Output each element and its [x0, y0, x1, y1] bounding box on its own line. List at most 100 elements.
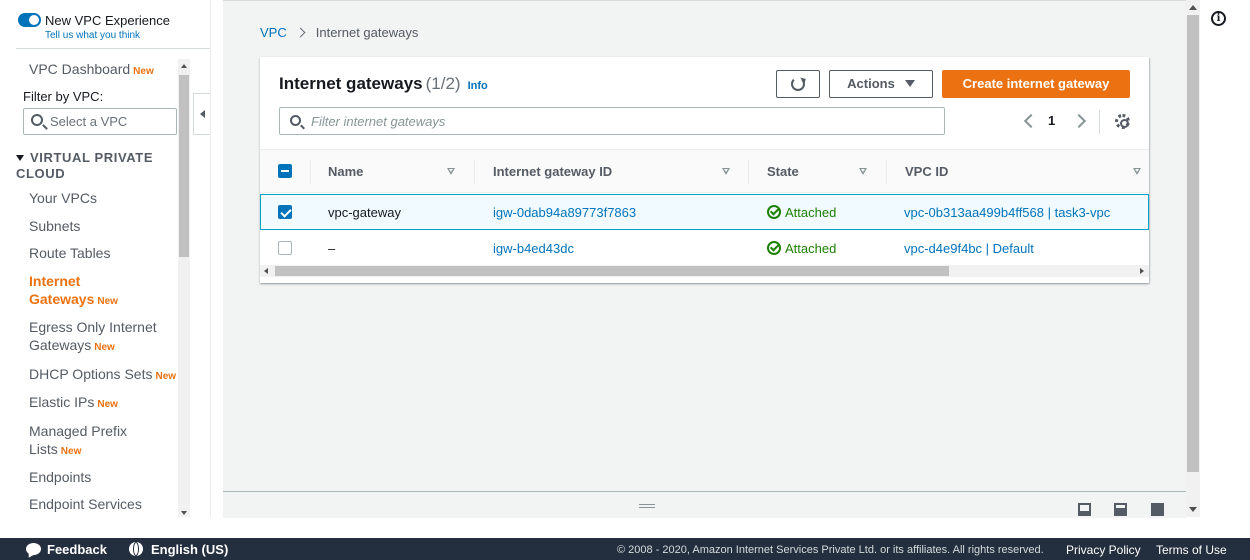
column-header-internet-gateway-id[interactable]: Internet gateway ID — [493, 164, 612, 179]
internet-gateways-panel: Internet gateways (1/2) Info Actions Creat… — [260, 57, 1149, 283]
sort-icon[interactable] — [447, 168, 455, 175]
sidebar-item-vpc-dashboard[interactable]: VPC Dashboard New — [29, 60, 154, 81]
create-internet-gateway-button[interactable]: Create internet gateway — [942, 70, 1130, 98]
check-circle-icon — [767, 241, 781, 255]
scroll-thumb[interactable] — [275, 266, 949, 276]
new-badge: New — [155, 371, 177, 382]
scroll-left-arrow-icon[interactable] — [264, 268, 268, 274]
split-panel-bar[interactable] — [223, 491, 1186, 518]
feedback-link[interactable]: Tell us what you think — [45, 30, 140, 41]
collapse-sidebar-button[interactable] — [193, 93, 210, 135]
sidebar-item-managed-prefix-lists[interactable]: Managed Prefix Lists New — [29, 422, 139, 461]
scroll-up-arrow-icon[interactable] — [1189, 5, 1197, 10]
sort-icon[interactable] — [1133, 168, 1141, 175]
select-vpc-dropdown[interactable]: Select a VPC — [23, 108, 177, 135]
page-number[interactable]: 1 — [1048, 113, 1055, 128]
panel-layout-large-icon[interactable] — [1151, 503, 1164, 516]
column-header-state[interactable]: State — [767, 164, 799, 179]
sidebar-item-label: Your VPCs — [29, 190, 97, 206]
panel-layout-small-icon[interactable] — [1078, 503, 1091, 516]
sidebar-item-dhcp-options-sets[interactable]: DHCP Options Sets New — [29, 365, 179, 386]
sidebar-item-label: VPC Dashboard — [29, 61, 131, 77]
scroll-thumb[interactable] — [179, 75, 189, 257]
language-label: English (US) — [151, 542, 229, 557]
row-checkbox[interactable] — [278, 205, 292, 219]
filter-placeholder: Filter internet gateways — [311, 114, 446, 129]
sidebar-item-endpoints[interactable]: Endpoints — [29, 468, 91, 486]
copyright-text: © 2008 - 2020, Amazon Internet Services … — [617, 544, 1044, 556]
speech-bubble-icon — [26, 543, 41, 555]
column-divider — [310, 160, 311, 184]
scroll-down-arrow-icon[interactable] — [1189, 507, 1197, 512]
table-horizontal-scrollbar[interactable] — [260, 265, 1149, 277]
info-panel-icon[interactable]: i — [1211, 11, 1226, 26]
gateway-id-link[interactable]: igw-b4ed43dc — [493, 241, 574, 256]
resize-grip-icon[interactable] — [639, 504, 655, 508]
sidebar-item-endpoint-services[interactable]: Endpoint Services — [29, 495, 142, 513]
selection-count: (1/2) — [425, 74, 461, 93]
sidebar-item-label: Endpoint Services — [29, 496, 142, 512]
new-experience-toggle[interactable] — [18, 13, 41, 28]
new-experience-label: New VPC Experience — [45, 12, 170, 28]
panel-title-text: Internet gateways — [279, 74, 423, 93]
filter-input[interactable]: Filter internet gateways — [279, 107, 945, 135]
scroll-up-arrow-icon[interactable] — [181, 64, 187, 68]
sidebar-item-label: Subnets — [29, 218, 81, 234]
vpc-id-link[interactable]: vpc-0b313aa499b4ff568 | task3-vpc — [904, 205, 1110, 220]
sidebar-item-subnets[interactable]: Subnets — [29, 217, 80, 235]
gateway-id-link[interactable]: igw-0dab94a89773f7863 — [493, 205, 636, 220]
select-all-checkbox[interactable] — [278, 164, 292, 178]
new-badge: New — [60, 446, 82, 457]
sort-icon[interactable] — [859, 168, 867, 175]
breadcrumb: VPC Internet gateways — [260, 25, 418, 40]
sidebar-item-internet-gateways[interactable]: Internet Gateways New — [29, 272, 139, 311]
actions-label: Actions — [847, 76, 895, 91]
scroll-right-arrow-icon[interactable] — [1140, 268, 1144, 274]
row-checkbox[interactable] — [278, 241, 292, 255]
column-divider — [886, 160, 887, 184]
search-icon — [290, 115, 301, 126]
gear-icon[interactable] — [1115, 114, 1130, 129]
new-badge: New — [94, 342, 115, 353]
language-selector[interactable]: English (US) — [129, 542, 228, 557]
terms-of-use-link[interactable]: Terms of Use — [1156, 543, 1227, 557]
actions-button[interactable]: Actions — [829, 70, 933, 98]
section-virtual-private-cloud[interactable]: VIRTUAL PRIVATE CLOUD — [16, 150, 171, 182]
main-content: VPC Internet gateways Internet gateways (1… — [223, 0, 1186, 518]
sidebar-item-egress-only-internet-gateways[interactable]: Egress Only Internet Gateways New — [29, 318, 169, 357]
select-vpc-placeholder: Select a VPC — [50, 114, 128, 129]
refresh-button[interactable] — [776, 70, 820, 98]
scroll-down-arrow-icon[interactable] — [181, 511, 187, 515]
state-attached: Attached — [767, 241, 836, 256]
breadcrumb-vpc-link[interactable]: VPC — [260, 25, 287, 40]
sort-icon[interactable] — [722, 168, 730, 175]
sidebar-item-label: Elastic IPs — [29, 394, 95, 410]
scroll-thumb[interactable] — [1187, 15, 1199, 472]
main-scrollbar[interactable] — [1186, 0, 1200, 517]
vpc-id-link[interactable]: vpc-d4e9f4bc | Default — [904, 241, 1034, 256]
sidebar-item-elastic-ips[interactable]: Elastic IPs New — [29, 393, 118, 414]
new-badge: New — [97, 296, 118, 307]
feedback-button[interactable]: Feedback — [26, 542, 107, 557]
column-header-vpc-id[interactable]: VPC ID — [905, 164, 948, 179]
page-title: Internet gateways (1/2) Info — [279, 74, 488, 94]
new-badge: New — [97, 399, 118, 410]
sidebar-item-route-tables[interactable]: Route Tables — [29, 244, 110, 262]
sidebar-scrollbar[interactable] — [178, 59, 190, 517]
new-experience-toggle-row[interactable]: New VPC Experience — [18, 11, 170, 28]
panel-layout-medium-icon[interactable] — [1114, 503, 1127, 516]
sidebar-item-label: Internet Gateways — [29, 273, 95, 307]
table-row[interactable]: vpc-gateway igw-0dab94a89773f7863 Attach… — [260, 194, 1149, 230]
next-page-icon[interactable] — [1071, 113, 1087, 129]
caret-down-icon — [904, 80, 915, 87]
pager-divider — [1099, 110, 1100, 134]
sidebar: New VPC Experience Tell us what you thin… — [0, 0, 211, 517]
previous-page-icon[interactable] — [1023, 113, 1039, 129]
footer: Feedback English (US) © 2008 - 2020, Ama… — [0, 538, 1250, 560]
info-link[interactable]: Info — [468, 80, 488, 92]
sidebar-item-your-vpcs[interactable]: Your VPCs — [29, 189, 97, 207]
column-header-name[interactable]: Name — [328, 164, 363, 179]
table-row[interactable]: – igw-b4ed43dc Attached vpc-d4e9f4bc | D… — [260, 231, 1149, 267]
privacy-policy-link[interactable]: Privacy Policy — [1066, 543, 1141, 557]
gateway-name: vpc-gateway — [328, 205, 401, 220]
